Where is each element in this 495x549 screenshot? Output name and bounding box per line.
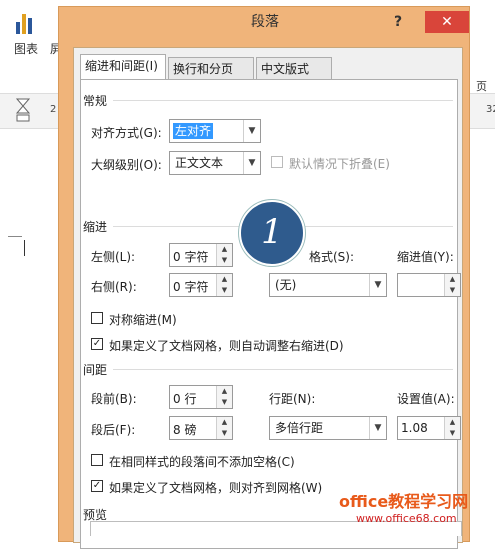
spin-down-icon[interactable]: ▼ bbox=[216, 397, 232, 408]
indent-by-label: 缩进值(Y): bbox=[397, 250, 454, 264]
spacing-after-label: 段后(F): bbox=[91, 423, 136, 437]
ribbon-label-chart[interactable]: 图表 bbox=[14, 40, 38, 57]
snap-to-grid-checkbox[interactable]: ✓ bbox=[91, 480, 103, 492]
help-button[interactable]: ? bbox=[387, 11, 409, 33]
divider bbox=[113, 369, 453, 370]
spacing-before-spinner[interactable]: 0 行 ▲ ▼ bbox=[169, 385, 233, 409]
ruler-number-right: 32 bbox=[486, 104, 495, 115]
spacing-before-value: 0 行 bbox=[173, 392, 197, 406]
outline-level-label: 大纲级别(O): bbox=[91, 158, 162, 172]
auto-adjust-label: 如果定义了文档网格，则自动调整右缩进(D) bbox=[109, 339, 344, 353]
margin-mark bbox=[8, 236, 22, 237]
spacing-at-value: 1.08 bbox=[401, 421, 428, 435]
no-space-same-style-checkbox[interactable] bbox=[91, 454, 103, 466]
tab-asian-typography[interactable]: 中文版式(H) bbox=[256, 57, 332, 98]
section-general-heading: 常规 bbox=[83, 94, 108, 108]
spacing-after-spinner[interactable]: 8 磅 ▲ ▼ bbox=[169, 416, 233, 440]
spin-down-icon[interactable]: ▼ bbox=[444, 428, 460, 439]
paragraph-dialog: 段落 ? ✕ 缩进和间距(I) 换行和分页(P) 中文版式(H) 常规 对齐方式… bbox=[58, 6, 470, 549]
alignment-select[interactable]: 左对齐 ▼ bbox=[169, 119, 261, 143]
divider bbox=[113, 100, 453, 101]
indent-left-value: 0 字符 bbox=[173, 250, 209, 264]
indent-marker-icon[interactable] bbox=[15, 98, 31, 122]
indent-by-spinner[interactable]: ▲ ▼ bbox=[397, 273, 461, 297]
chevron-down-icon[interactable]: ▼ bbox=[243, 152, 260, 174]
spacing-before-label: 段前(B): bbox=[91, 392, 137, 406]
spacing-at-spinner[interactable]: 1.08 ▲ ▼ bbox=[397, 416, 461, 440]
line-spacing-label: 行距(N): bbox=[269, 392, 316, 406]
chevron-down-icon[interactable]: ▼ bbox=[369, 274, 386, 296]
spin-down-icon[interactable]: ▼ bbox=[216, 255, 232, 266]
dialog-client: 缩进和间距(I) 换行和分页(P) 中文版式(H) 常规 对齐方式(G): 左对… bbox=[73, 47, 463, 549]
line-spacing-value: 多倍行距 bbox=[275, 421, 324, 435]
auto-adjust-checkbox[interactable]: ✓ bbox=[91, 338, 103, 350]
mirror-indents-label: 对称缩进(M) bbox=[109, 313, 177, 327]
mirror-indents-checkbox[interactable] bbox=[91, 312, 103, 324]
collapse-label: 默认情况下折叠(E) bbox=[289, 157, 390, 171]
text-cursor bbox=[24, 240, 25, 256]
alignment-label: 对齐方式(G): bbox=[91, 126, 162, 140]
tab-indents-spacing[interactable]: 缩进和间距(I) bbox=[80, 54, 166, 80]
alignment-value: 左对齐 bbox=[173, 123, 214, 139]
indent-right-spinner[interactable]: 0 字符 ▲ ▼ bbox=[169, 273, 233, 297]
spin-down-icon[interactable]: ▼ bbox=[216, 428, 232, 439]
watermark-url: www.office68.com bbox=[356, 512, 457, 525]
no-space-same-style-label: 在相同样式的段落间不添加空格(C) bbox=[109, 455, 295, 469]
special-indent-select[interactable]: (无) ▼ bbox=[269, 273, 387, 297]
outline-level-select[interactable]: 正文文本 ▼ bbox=[169, 151, 261, 175]
indent-right-value: 0 字符 bbox=[173, 280, 209, 294]
indent-left-label: 左侧(L): bbox=[91, 250, 136, 264]
spin-down-icon[interactable]: ▼ bbox=[444, 285, 460, 296]
dialog-title: 段落 bbox=[251, 14, 279, 30]
spin-down-icon[interactable]: ▼ bbox=[216, 285, 232, 296]
callout-badge: 1 bbox=[239, 200, 305, 266]
snap-to-grid-label: 如果定义了文档网格，则对齐到网格(W) bbox=[109, 481, 323, 495]
tab-line-page-breaks[interactable]: 换行和分页(P) bbox=[168, 57, 254, 98]
section-spacing-heading: 间距 bbox=[83, 363, 108, 377]
chevron-down-icon[interactable]: ▼ bbox=[243, 120, 260, 142]
line-spacing-select[interactable]: 多倍行距 ▼ bbox=[269, 416, 387, 440]
watermark-title: office教程学习网 bbox=[339, 492, 469, 511]
outline-level-value: 正文文本 bbox=[175, 156, 224, 170]
special-indent-label: 格式(S): bbox=[309, 250, 355, 264]
indent-right-label: 右侧(R): bbox=[91, 280, 137, 294]
spacing-after-value: 8 磅 bbox=[173, 423, 197, 437]
spacing-at-label: 设置值(A): bbox=[397, 392, 455, 406]
tab-panel: 常规 对齐方式(G): 左对齐 ▼ 大纲级别(O): 正文文本 ▼ 默认情况下折… bbox=[80, 79, 461, 549]
chevron-down-icon[interactable]: ▼ bbox=[369, 417, 386, 439]
collapse-checkbox[interactable] bbox=[271, 156, 283, 168]
close-button[interactable]: ✕ bbox=[425, 11, 469, 33]
chart-icon[interactable] bbox=[16, 12, 38, 34]
ruler-number-left: 2 bbox=[50, 104, 57, 115]
section-indent-heading: 缩进 bbox=[83, 220, 108, 234]
indent-left-spinner[interactable]: 0 字符 ▲ ▼ bbox=[169, 243, 233, 267]
special-indent-value: (无) bbox=[275, 278, 297, 292]
